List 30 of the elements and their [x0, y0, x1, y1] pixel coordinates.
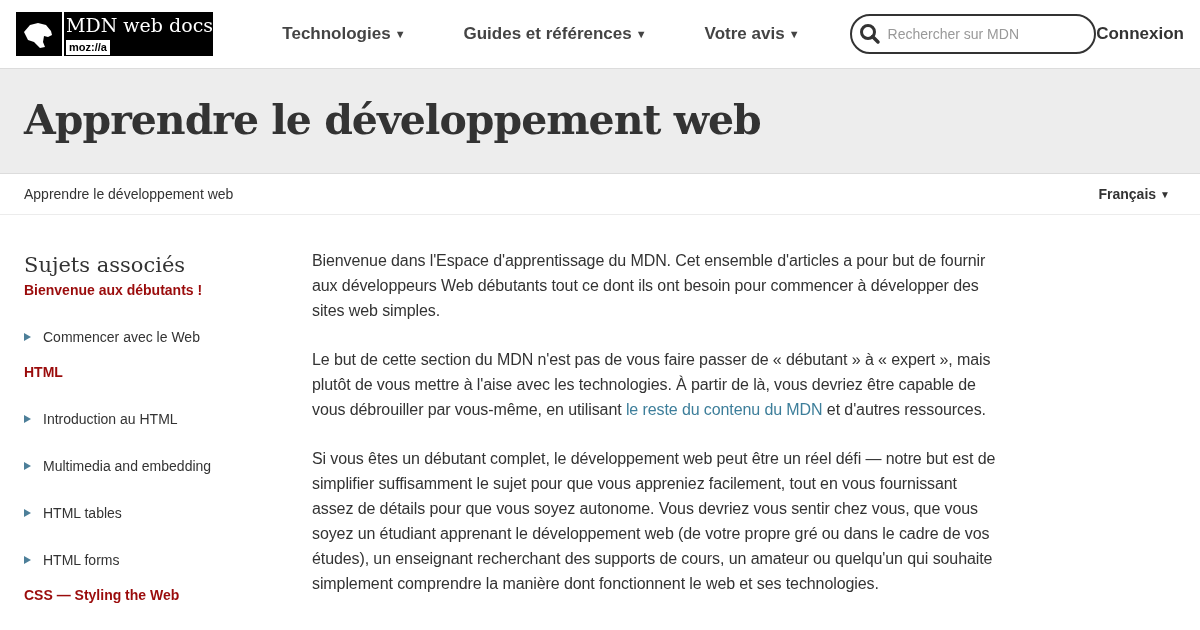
triangle-icon: [24, 415, 31, 423]
nav-menu-link[interactable]: Technologies ▼: [282, 21, 406, 47]
breadcrumb-link[interactable]: Apprendre le développement web: [24, 183, 234, 205]
sidebar-title: Sujets associés: [24, 252, 187, 279]
sidebar-link[interactable]: Introduction au HTML: [43, 409, 178, 429]
mdn-logo[interactable]: MDN web docs moz://a: [16, 12, 214, 56]
sidebar-heading[interactable]: Bienvenue aux débutants !: [24, 280, 312, 300]
page-title: Apprendre le développement web: [24, 95, 761, 147]
sidebar-heading[interactable]: HTML: [24, 362, 312, 382]
triangle-icon: [24, 462, 31, 470]
sidebar-link[interactable]: Commencer avec le Web: [43, 327, 200, 347]
paragraph: Bienvenue dans l'Espace d'apprentissage du MDN. Cet ensemble d'articles a pour but de fournir aux développeurs Web débutants tout ce dont ils ont besoin pour commencer à développer des sites web simples.: [312, 251, 987, 321]
triangle-icon: [24, 556, 31, 564]
triangle-icon: [24, 333, 31, 341]
logo-subtitle: moz://a: [66, 40, 110, 55]
triangle-icon: [24, 509, 31, 517]
logo-title: MDN web docs: [66, 13, 214, 37]
paragraph: Si vous êtes un débutant complet, le développement web peut être un réel défi — notre but est de simplifier suffisamment le sujet pour que vous appreniez facilement, tout en vous fournissant assez de détails pour que vous soyez autonome. Vous devriez vous sentir chez vous, que vous soyez un étudiant apprenant le développement web (de votre propre gré ou dans le cadre de vos études), un enseignant recherchant des supports de cours, un amateur ou quelqu'un qui souhaite simplement comprendre la manière dont fonctionnent le web et ses technologies.: [312, 449, 997, 594]
sidebar-link[interactable]: Multimedia and embedding: [43, 456, 212, 476]
nav-menu-link[interactable]: Votre avis ▼: [704, 21, 800, 47]
nav-menu-link[interactable]: Guides et références ▼: [463, 21, 647, 47]
sidebar-link[interactable]: HTML tables: [43, 503, 122, 523]
language-menu[interactable]: Français ▼: [1098, 183, 1170, 205]
paragraph: Le but de cette section du MDN n'est pas de vous faire passer de « débutant » à « expert », mais plutôt de vous mettre à l'aise avec les technologies. À partir de là, vous devriez être capable de vous débrouiller par vous-même, en utilisant le reste du contenu du MDN et d'autres ressources.: [312, 350, 992, 420]
sidebar-heading[interactable]: CSS — Styling the Web: [24, 585, 312, 605]
search-field[interactable]: Rechercher sur MDN: [849, 14, 1097, 54]
login-link[interactable]: Connexion: [1096, 21, 1184, 47]
content-link[interactable]: le reste du contenu du MDN: [625, 401, 823, 418]
sidebar-link[interactable]: HTML forms: [43, 550, 120, 570]
search-icon: [858, 23, 881, 45]
